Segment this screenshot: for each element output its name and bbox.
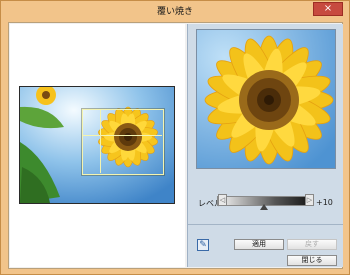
eyedropper-icon[interactable]: ✎ xyxy=(197,239,209,251)
source-pane xyxy=(10,24,185,267)
window-title: 覆い焼き xyxy=(156,7,193,17)
dialog-body: レベル ◁ ▷ +10 ✎ 適用 戻す 閉じる xyxy=(8,22,343,269)
selection-guide-line xyxy=(100,109,101,173)
undo-button[interactable]: 戻す xyxy=(287,239,337,250)
title-bar[interactable]: 覆い焼き × xyxy=(1,1,349,21)
slider-increase-icon[interactable]: ▷ xyxy=(305,194,314,206)
preview-image xyxy=(196,29,336,169)
apply-button[interactable]: 適用 xyxy=(234,239,284,250)
slider-thumb[interactable] xyxy=(260,204,268,210)
divider xyxy=(188,224,343,225)
source-image[interactable] xyxy=(19,86,175,204)
close-icon[interactable]: × xyxy=(313,2,343,16)
level-value: +10 xyxy=(316,198,333,207)
dodge-dialog: 覆い焼き × レベル ◁ ▷ +10 ✎ 適用 戻す 閉じる xyxy=(0,0,350,275)
selection-guide-line xyxy=(82,135,162,136)
control-pane: レベル ◁ ▷ +10 ✎ 適用 戻す 閉じる xyxy=(187,24,343,267)
slider-decrease-icon[interactable]: ◁ xyxy=(218,194,227,206)
close-button[interactable]: 閉じる xyxy=(287,255,337,266)
selection-frame[interactable] xyxy=(82,109,164,175)
sunflower-closeup-photo-icon xyxy=(197,30,335,168)
